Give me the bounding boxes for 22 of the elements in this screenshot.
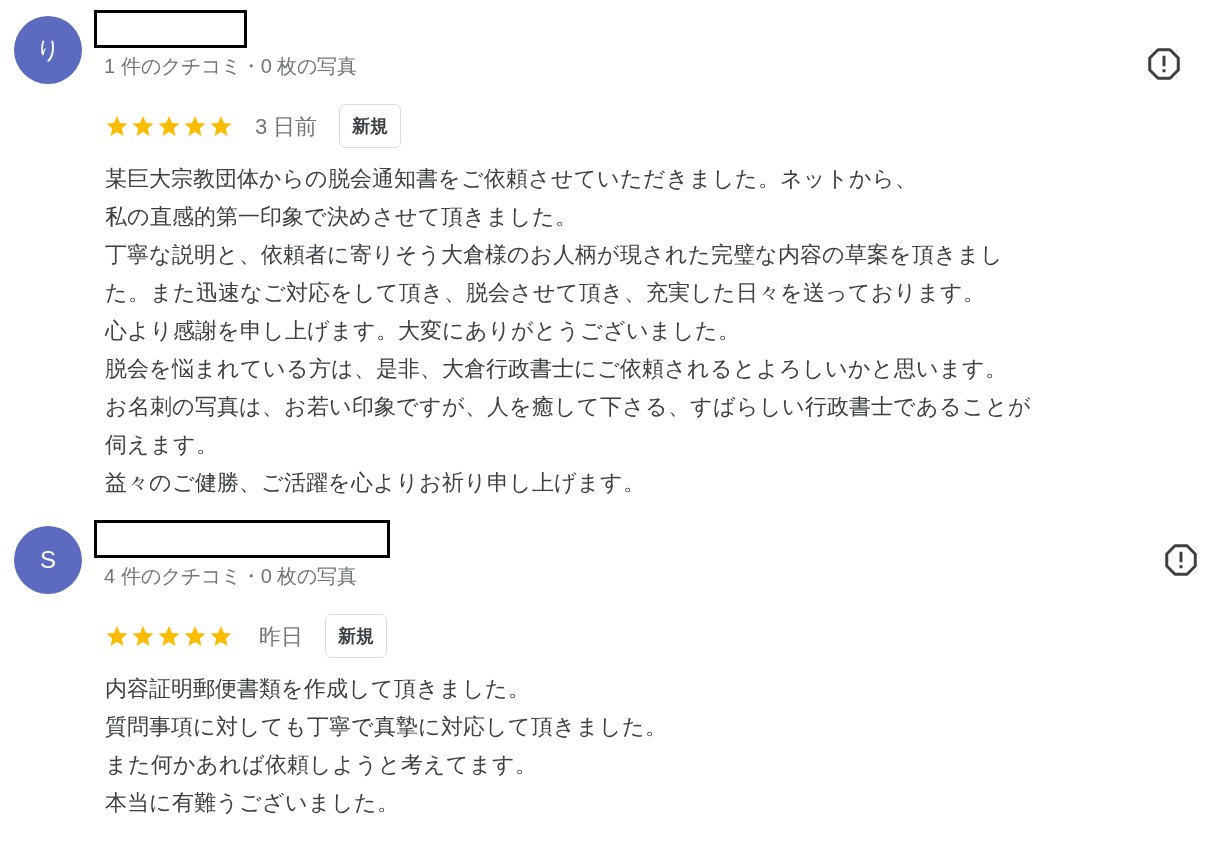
star-icon: [209, 114, 233, 138]
star-icon: [105, 624, 129, 648]
review-count-text: 1 件のクチコミ・0 枚の写真: [104, 54, 358, 79]
new-badge: 新規: [325, 614, 387, 658]
star-icon: [157, 114, 181, 138]
star-icon: [157, 624, 181, 648]
review-count-text: 4 件のクチコミ・0 枚の写真: [104, 564, 359, 589]
star-icon: [131, 624, 155, 648]
avatar[interactable]: S: [14, 526, 82, 594]
star-icon: [131, 114, 155, 138]
avatar[interactable]: り: [14, 16, 82, 84]
star-icon: [105, 114, 129, 138]
star-icon: [183, 114, 207, 138]
review-date: 3 日前: [255, 112, 318, 141]
new-badge: 新規: [339, 104, 402, 148]
report-icon[interactable]: [1146, 46, 1182, 82]
review-text: 内容証明郵便書類を作成して頂きました。 質問事項に対しても丁寧で真摯に対応して頂きました。 また何かあれば依頼しようと考えてます。 本当に有難うございました。: [105, 675, 668, 817]
review-text: 某巨大宗教団体からの脱会通知書をご依頼させていただきました。ネットから、 私の直感的第一印象で決めさせて頂きました。 丁寧な説明と、依頼者に寄りそう大倉様のお人柄が現された完璧な内容の草案を頂きまし た。また迅速なご対応をして頂き、脱会させて頂き、充実した日々を送っております。 心より感謝を申し上げます。大変にありがとうございました。 脱会を悩まれている方は、是非、大倉行政書士にご依頼されるとよろしいかと思います。 お名刺の写真は、お若い印象ですが、人を癒して下さる、すばらしい行政書士であることが 伺えます。 益々のご健勝、ご活躍を心よりお祈り申し上げます。: [105, 165, 1032, 497]
report-icon[interactable]: [1163, 542, 1199, 578]
star-icon: [209, 624, 233, 648]
review-date: 昨日: [259, 622, 303, 651]
star-icon: [183, 624, 207, 648]
